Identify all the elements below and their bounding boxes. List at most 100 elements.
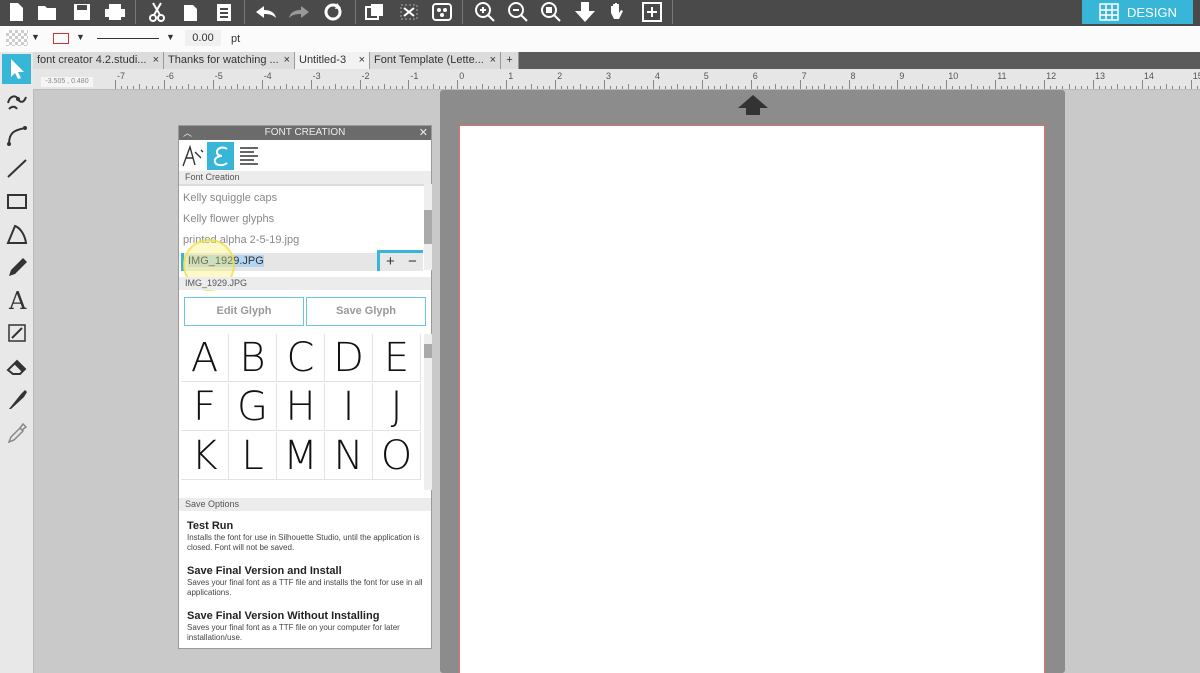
design-tab-button[interactable]: DESIGN xyxy=(1082,0,1193,24)
tab-font-creator[interactable]: font creator 4.2.studi... × xyxy=(33,52,164,69)
tab-untitled-3[interactable]: Untitled-3 × xyxy=(295,52,370,69)
group-icon[interactable] xyxy=(361,0,389,24)
ruler-tick xyxy=(267,86,269,89)
undo-icon[interactable] xyxy=(252,0,280,24)
chevron-down-icon[interactable]: ▼ xyxy=(31,32,40,42)
zoom-in-icon[interactable] xyxy=(471,0,499,24)
open-folder-icon[interactable] xyxy=(34,0,62,24)
line-color-swatch[interactable] xyxy=(53,33,69,44)
new-document-icon[interactable] xyxy=(2,0,30,24)
add-font-button[interactable]: + xyxy=(386,253,395,270)
glyph-cell[interactable]: I xyxy=(325,383,373,431)
color-palette-icon[interactable] xyxy=(428,0,456,24)
ruler-tick xyxy=(1117,84,1119,89)
close-icon[interactable]: × xyxy=(490,52,496,69)
refresh-icon[interactable] xyxy=(319,0,347,24)
tab-font-template[interactable]: Font Template (Lette... × xyxy=(370,52,501,69)
glyph-cell[interactable]: D xyxy=(325,334,373,382)
glyph-cell[interactable]: N xyxy=(325,432,373,480)
glyph-cell[interactable]: E xyxy=(373,334,421,382)
curve-tool-icon[interactable] xyxy=(2,120,31,150)
add-tab-button[interactable]: + xyxy=(501,52,519,69)
glyph-cell[interactable]: O xyxy=(373,432,421,480)
paste-icon[interactable] xyxy=(210,0,238,24)
ruler-tick xyxy=(1019,84,1021,89)
list-item[interactable]: Kelly squiggle caps xyxy=(183,192,277,204)
glyph-cell[interactable]: H xyxy=(277,383,325,431)
zoom-fit-icon[interactable] xyxy=(537,0,565,24)
list-item[interactable]: Kelly flower glyphs xyxy=(183,213,274,225)
chevron-down-icon[interactable]: ▼ xyxy=(166,32,175,42)
glyph-cell[interactable]: F xyxy=(181,383,229,431)
glyph-cell[interactable]: B xyxy=(229,334,277,382)
fill-pattern-swatch[interactable] xyxy=(6,30,28,46)
edit-glyph-button[interactable]: Edit Glyph xyxy=(184,297,304,326)
ruler-tick xyxy=(1123,86,1125,89)
font-list-scrollbar[interactable] xyxy=(424,184,432,270)
redo-icon[interactable] xyxy=(285,0,313,24)
ruler-tick xyxy=(597,86,599,89)
line-width-input[interactable]: 0.00 xyxy=(185,30,221,46)
glyph-grid-scrollbar[interactable] xyxy=(424,334,432,490)
line-style-preview[interactable] xyxy=(97,38,159,39)
collapse-icon[interactable]: ︿ xyxy=(183,126,192,140)
font-mode-icon[interactable] xyxy=(180,142,206,170)
point-edit-icon[interactable] xyxy=(2,87,31,117)
pan-hand-icon[interactable] xyxy=(604,0,632,24)
knife-tool-icon[interactable] xyxy=(2,384,31,414)
close-icon[interactable]: ✕ xyxy=(419,126,428,140)
eyedropper-tool-icon[interactable] xyxy=(2,417,31,447)
cursor-coordinates: -3.505 , 0.480 xyxy=(41,77,93,87)
polygon-tool-icon[interactable] xyxy=(2,219,31,249)
ruler-tick xyxy=(622,86,624,89)
glyph-cell[interactable]: M xyxy=(277,432,325,480)
line-tool-icon[interactable] xyxy=(2,153,31,183)
close-icon[interactable]: × xyxy=(284,52,290,69)
cut-icon[interactable] xyxy=(143,0,171,24)
glyph-cell[interactable]: K xyxy=(181,432,229,480)
save-and-install-option[interactable]: Save Final Version and Install xyxy=(187,565,342,577)
sketch-tool-icon[interactable] xyxy=(2,318,31,348)
save-without-installing-option[interactable]: Save Final Version Without Installing xyxy=(187,610,379,622)
select-arrow-icon[interactable] xyxy=(2,54,31,84)
ruler-tick xyxy=(824,84,826,89)
copy-icon[interactable] xyxy=(177,0,205,24)
ruler-tick xyxy=(500,86,502,89)
text-tool-icon[interactable]: A xyxy=(2,285,31,315)
ruler-number: 14 xyxy=(1143,71,1154,81)
close-icon[interactable]: × xyxy=(153,52,159,69)
save-glyph-button[interactable]: Save Glyph xyxy=(306,297,426,326)
ruler-tick xyxy=(359,80,361,89)
glyph-cell[interactable]: C xyxy=(277,334,325,382)
ruler-tick xyxy=(1062,86,1064,89)
ungroup-icon[interactable] xyxy=(395,0,423,24)
pencil-tool-icon[interactable] xyxy=(2,252,31,282)
ruler-tick xyxy=(677,84,679,89)
glyph-cell[interactable]: L xyxy=(229,432,277,480)
move-down-icon[interactable] xyxy=(571,0,599,24)
zoom-out-icon[interactable] xyxy=(504,0,532,24)
chevron-down-icon[interactable]: ▼ xyxy=(76,32,85,42)
tab-thanks-for-watching[interactable]: Thanks for watching ... × xyxy=(164,52,295,69)
eraser-tool-icon[interactable] xyxy=(2,351,31,381)
close-icon[interactable]: × xyxy=(359,52,365,69)
ruler-tick xyxy=(921,84,923,89)
glyph-cell[interactable]: G xyxy=(229,383,277,431)
ruler-number: 8 xyxy=(850,71,856,81)
test-run-option[interactable]: Test Run xyxy=(187,520,233,532)
glyph-mode-icon[interactable] xyxy=(207,142,234,170)
remove-font-button[interactable]: − xyxy=(408,253,417,270)
save-icon[interactable] xyxy=(68,0,96,24)
design-page[interactable] xyxy=(459,125,1045,673)
ruler-tick xyxy=(836,86,838,89)
glyph-cell[interactable]: J xyxy=(373,383,421,431)
align-text-icon[interactable] xyxy=(236,142,262,170)
glyph-cell[interactable]: A xyxy=(181,334,229,382)
ruler-tick xyxy=(652,80,654,89)
ruler-tick xyxy=(659,86,660,89)
add-page-icon[interactable] xyxy=(638,0,666,24)
print-icon[interactable] xyxy=(101,0,129,24)
ruler-tick xyxy=(542,86,544,89)
rectangle-tool-icon[interactable] xyxy=(2,186,31,216)
document-tab-bar: font creator 4.2.studi... × Thanks for wa… xyxy=(33,52,1200,69)
